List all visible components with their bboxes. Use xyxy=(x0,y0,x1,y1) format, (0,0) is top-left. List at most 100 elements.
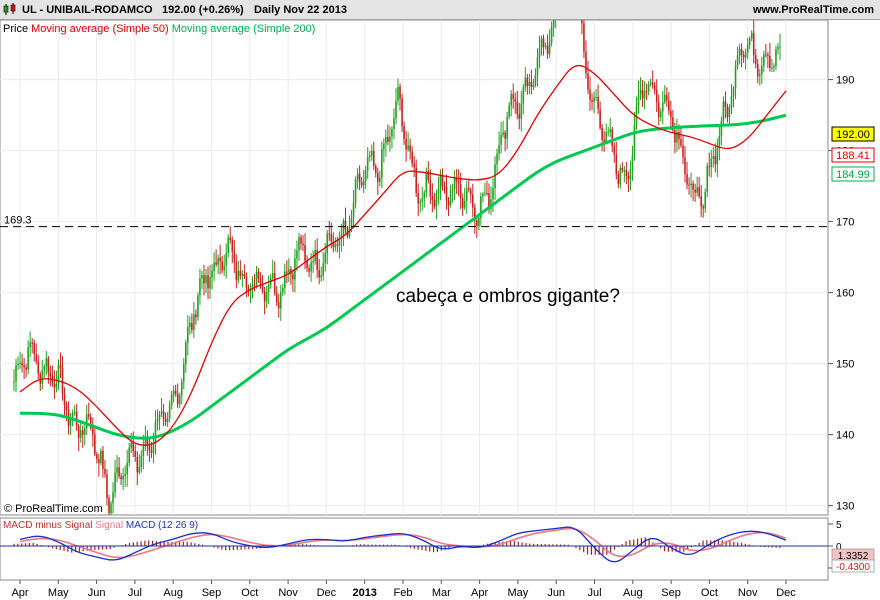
x-axis-label: 2013 xyxy=(352,587,376,599)
candle-body xyxy=(110,503,112,514)
candle-body xyxy=(126,462,128,475)
candle-body xyxy=(132,442,135,452)
candle-body xyxy=(534,75,537,86)
candle-body xyxy=(134,451,137,457)
candle-body xyxy=(469,189,472,195)
last-value-badge-ma50: 188.41 xyxy=(831,147,875,163)
candle-body xyxy=(21,362,23,366)
candle-body xyxy=(352,202,355,218)
candle-body xyxy=(435,193,438,207)
last-price-change: 192.00 (+0.26%) xyxy=(162,4,244,16)
candle-body xyxy=(627,175,630,180)
candle-body xyxy=(621,168,624,171)
candle-body xyxy=(158,413,161,420)
candle-body xyxy=(775,49,777,67)
candle-body xyxy=(302,243,304,246)
legend-ma50: Moving average (Simple 50) xyxy=(31,23,169,35)
candle-body xyxy=(233,251,236,262)
candle-body xyxy=(108,497,110,514)
candle-body xyxy=(273,273,276,293)
candle-body xyxy=(453,177,456,189)
candle-body xyxy=(625,170,628,176)
candle-body xyxy=(112,492,114,504)
candle-body xyxy=(742,54,745,58)
candle-body xyxy=(526,77,529,86)
candle-body xyxy=(546,45,549,55)
candle-body xyxy=(710,158,713,167)
candle-body xyxy=(767,54,769,57)
candle-body xyxy=(542,38,545,47)
candle-body xyxy=(698,187,700,197)
candle-body xyxy=(182,363,185,382)
candle-body xyxy=(643,91,646,99)
support-reference-label: 169.3 xyxy=(4,215,32,227)
candle-body xyxy=(530,81,533,87)
candle-body xyxy=(318,269,320,278)
candle-body xyxy=(585,51,587,74)
candle-body xyxy=(591,99,593,102)
candle-body xyxy=(500,134,502,145)
candle-body xyxy=(688,184,690,186)
candle-body xyxy=(433,200,436,207)
x-axis-label: Aug xyxy=(623,587,643,599)
x-axis-label: Feb xyxy=(394,587,413,599)
candle-body xyxy=(288,269,290,273)
candle-body xyxy=(457,181,460,184)
candle-body xyxy=(172,390,175,395)
candle-body xyxy=(296,250,298,259)
candle-body xyxy=(381,149,383,178)
candle-body xyxy=(443,186,446,188)
candle-body xyxy=(431,196,434,201)
candle-body xyxy=(284,271,286,288)
candle-body xyxy=(49,372,52,377)
price-axis-label: 170 xyxy=(836,217,854,229)
candle-body xyxy=(292,274,294,280)
candle-body xyxy=(374,166,377,173)
candle-body xyxy=(376,172,379,182)
candle-body xyxy=(738,49,741,56)
price-legend: Price Moving average (Simple 50) Moving … xyxy=(3,23,315,35)
candle-body xyxy=(116,467,118,473)
candle-body xyxy=(682,145,684,158)
candle-body xyxy=(439,175,442,190)
badge-value: -0.4300 xyxy=(836,562,870,573)
candle-body xyxy=(94,434,96,455)
chart-canvas[interactable]: 169.3 Price Moving average (Simple 50) M… xyxy=(0,20,880,600)
candle-body xyxy=(148,445,151,451)
candle-body xyxy=(611,129,614,147)
candle-body xyxy=(257,271,260,279)
candle-body xyxy=(142,446,145,456)
candle-body xyxy=(203,275,205,284)
candle-body xyxy=(320,275,323,278)
candle-body xyxy=(312,261,314,263)
time-x-axis[interactable]: Apr May Jun Jul Aug Sep Oct Nov Dec 2013 Feb Mar Apr… xyxy=(11,580,796,599)
candle-body xyxy=(263,291,266,302)
price-y-axis[interactable]: 130140150160170180190200210 xyxy=(828,20,854,513)
candle-body xyxy=(732,88,735,96)
candle-body xyxy=(599,109,601,128)
candle-body xyxy=(92,428,94,435)
candle-body xyxy=(465,188,468,202)
candle-body xyxy=(184,342,187,364)
candle-body xyxy=(271,273,274,279)
candle-body xyxy=(170,394,173,406)
candle-body xyxy=(716,147,719,165)
candle-body xyxy=(13,381,15,383)
candle-body xyxy=(761,65,763,75)
candle-body xyxy=(437,189,440,194)
candle-body xyxy=(87,414,90,417)
candle-body xyxy=(423,192,426,199)
candle-body xyxy=(379,177,381,182)
price-panel-frame xyxy=(0,20,829,516)
candle-body xyxy=(417,192,420,204)
website-link[interactable]: www.ProRealTime.com xyxy=(753,4,874,16)
candle-body xyxy=(508,105,510,117)
last-value-badges: 192.00 188.41 184.99 xyxy=(831,126,875,182)
candle-body xyxy=(504,132,506,139)
period-date: Daily Nov 22 2013 xyxy=(254,4,347,16)
candle-body xyxy=(37,361,40,374)
x-axis-label: Jun xyxy=(88,587,106,599)
candle-body xyxy=(459,183,462,199)
x-axis-label: May xyxy=(48,587,69,599)
candle-body xyxy=(73,411,76,413)
